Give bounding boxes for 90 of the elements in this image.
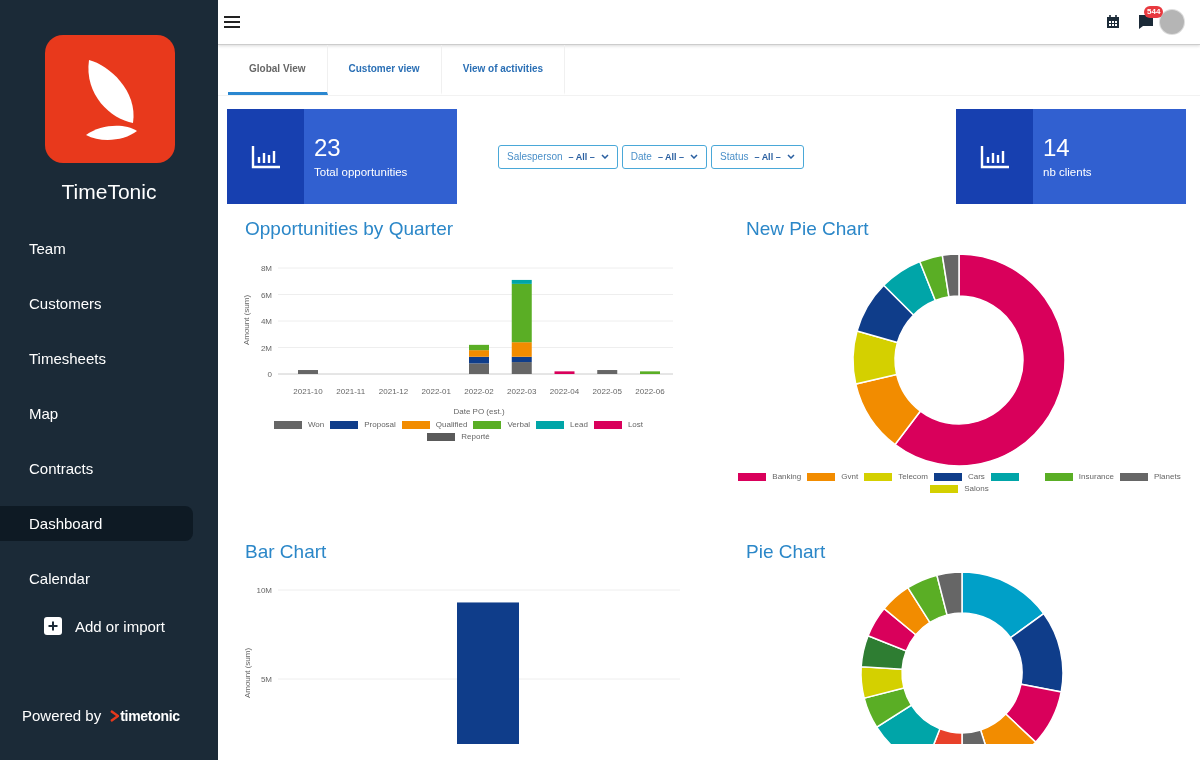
- add-button[interactable]: Add or import: [44, 617, 218, 635]
- donut-slice: [863, 687, 913, 728]
- legend-label: Reporté: [461, 432, 490, 441]
- legend-swatch: [1120, 472, 1148, 481]
- axis-label: 2021-12: [378, 387, 409, 396]
- axis-label: 2022-05: [592, 387, 622, 396]
- sidebar-item[interactable]: Team: [0, 231, 193, 266]
- axis-label: 2022-01: [421, 387, 451, 396]
- tab[interactable]: Customer view: [327, 45, 442, 95]
- bar-segment: [640, 371, 660, 374]
- sidebar-item[interactable]: Calendar: [0, 561, 193, 596]
- legend-swatch: [933, 472, 962, 481]
- powered-by-label: Powered by: [22, 707, 102, 724]
- donut-slice: [860, 635, 907, 670]
- chart-title: New Pie Chart: [745, 217, 870, 241]
- legend-label: Qualified: [435, 420, 468, 429]
- legend-label: Salons: [964, 484, 989, 493]
- plus-icon: [44, 617, 62, 635]
- donut-slice: [860, 665, 905, 699]
- axis-label: 10M: [256, 586, 272, 595]
- sidebar-item[interactable]: Customers: [0, 286, 193, 321]
- filter-dropdown[interactable]: Date – All –: [621, 144, 708, 169]
- legend-label: Verbal: [507, 420, 531, 429]
- bar-chart-icon: [250, 144, 281, 169]
- avatar[interactable]: [1160, 10, 1184, 34]
- legend-swatch: [930, 484, 959, 493]
- sidebar-item[interactable]: Timesheets: [0, 341, 193, 376]
- axis-label: 6M: [260, 290, 272, 300]
- legend-label: Banking: [772, 472, 802, 481]
- axis-title: Amount (sum): [243, 647, 252, 699]
- bar-chart-icon: [979, 144, 1010, 169]
- kpi-value: 23: [314, 134, 342, 162]
- chart-title: Opportunities by Quarter: [244, 217, 455, 241]
- footer-logo-text: timetonic: [120, 707, 180, 724]
- legend-swatch: [807, 472, 836, 481]
- axis-label: 2M: [260, 343, 272, 353]
- menu-button[interactable]: [224, 16, 240, 28]
- chart-title: Pie Chart: [745, 540, 827, 564]
- axis-label: 2022-02: [464, 387, 494, 396]
- chevron-down-icon: [786, 154, 795, 159]
- brand-name: TimeTonic: [60, 180, 158, 204]
- donut-slice: [883, 586, 931, 636]
- sidebar-item[interactable]: Map: [0, 396, 193, 431]
- chart-title: Bar Chart: [244, 540, 328, 564]
- menu-icon: [224, 16, 240, 28]
- kpi-label: Total opportunities: [314, 166, 408, 178]
- axis-label: 2022-03: [507, 387, 537, 396]
- axis-label: 2021-10: [293, 387, 323, 396]
- axis-label: 5M: [260, 675, 272, 684]
- legend-swatch: [990, 472, 1019, 481]
- calendar-icon: [1106, 15, 1120, 29]
- axis-label: 0: [267, 370, 272, 379]
- legend-label: Lead: [570, 420, 588, 429]
- donut-slice: [867, 607, 917, 652]
- legend-label: Proposal: [364, 420, 396, 429]
- legend-swatch: [864, 472, 893, 481]
- tab[interactable]: Global View: [228, 45, 328, 95]
- bar-segment: [298, 370, 318, 374]
- legend-label: Insurance: [1078, 472, 1114, 481]
- legend-label: Gvnt: [841, 472, 859, 481]
- tab[interactable]: View of activities: [441, 45, 566, 95]
- bar-segment: [597, 370, 618, 374]
- axis-title: Amount (sum): [242, 294, 251, 346]
- axis-label: 2022-04: [549, 387, 580, 396]
- legend-label: Lost: [627, 420, 644, 429]
- sidebar-item[interactable]: Dashboard: [0, 506, 193, 541]
- filter-dropdown[interactable]: Status – All –: [711, 144, 804, 169]
- axis-label: 4M: [260, 317, 272, 326]
- axis-label: 2022-06: [635, 387, 665, 396]
- legend-label: Planets: [1154, 472, 1181, 481]
- legend-label: Cars: [967, 472, 985, 481]
- sidebar-item[interactable]: Contracts: [0, 451, 193, 486]
- legend-label: Won: [307, 420, 325, 429]
- filter-dropdown[interactable]: Salesperson – All –: [498, 144, 618, 169]
- chat-icon: [1138, 14, 1154, 30]
- calendar-button[interactable]: [1106, 15, 1120, 29]
- legend-swatch: [738, 472, 767, 481]
- chevron-down-icon: [690, 154, 699, 159]
- legend-label: Telecom: [898, 472, 928, 481]
- bar-segment: [469, 363, 489, 374]
- notification-badge: 544: [1144, 6, 1164, 18]
- kpi-value: 14: [1043, 134, 1071, 162]
- axis-label: 2021-11: [336, 387, 366, 396]
- bar-segment: [554, 371, 575, 374]
- logo-icon: [45, 35, 175, 163]
- kpi-label: nb clients: [1043, 166, 1092, 178]
- axis-label: 8M: [260, 264, 272, 273]
- legend-swatch: [1044, 472, 1073, 481]
- axis-title: Date PO (est.): [453, 407, 505, 416]
- chevron-down-icon: [600, 154, 609, 159]
